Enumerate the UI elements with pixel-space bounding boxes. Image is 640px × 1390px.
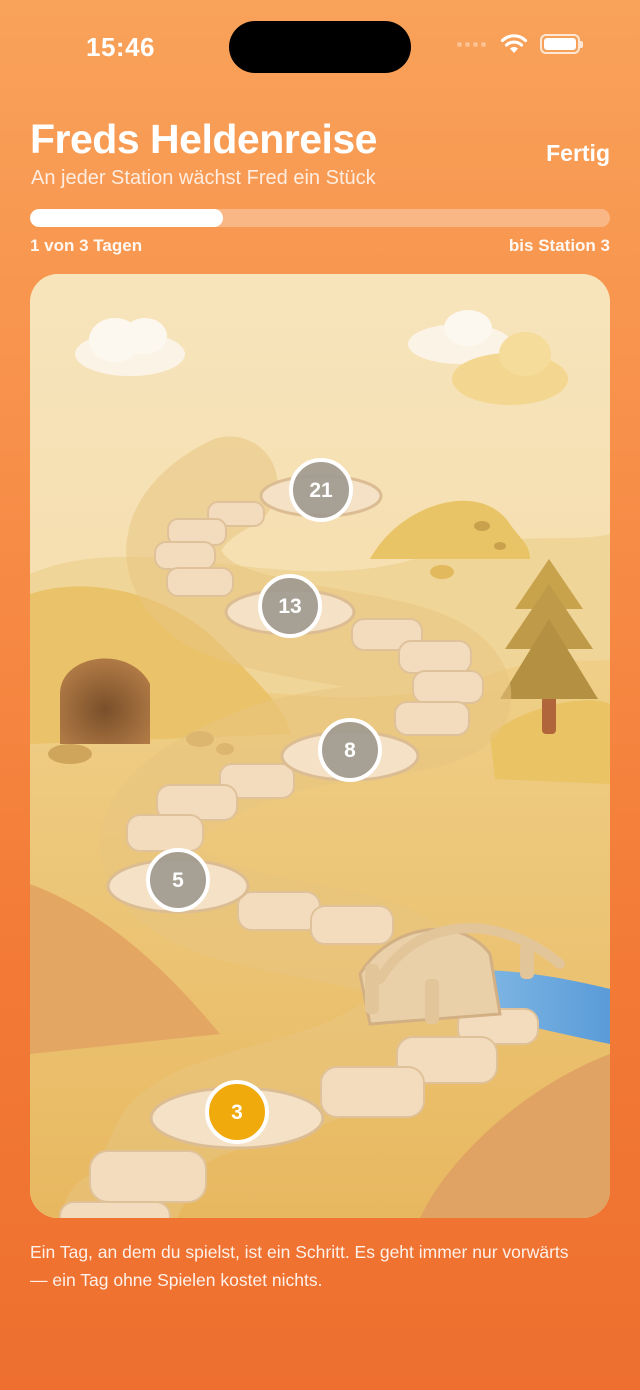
done-button[interactable]: Fertig [546,140,610,167]
station-number: 13 [278,595,301,618]
dynamic-island [229,21,411,73]
progress-fill [30,209,224,227]
station-number: 8 [344,739,356,762]
station-number: 3 [231,1101,243,1124]
status-time: 15:46 [86,32,155,62]
page-title: Freds Heldenreise [30,116,378,162]
page-subtitle: An jeder Station wächst Fred ein Stück [31,167,376,189]
progress-bar [30,209,610,227]
status-bar: 15:46 [0,0,640,96]
station-number: 21 [309,479,333,502]
wifi-icon [500,34,528,53]
journey-map-illustration: 21 13 8 5 3 [30,274,610,1218]
journey-map: 21 13 8 5 3 [30,274,610,1218]
progress-days-label: 1 von 3 Tagen [30,236,143,255]
cellular-dots-icon [457,41,486,47]
battery-icon [540,34,583,54]
footer-explanation: Ein Tag, an dem du spielst, ist ein Schr… [30,1242,569,1290]
status-icons [457,34,583,54]
progress-target-label: bis Station 3 [508,236,610,255]
station-number: 5 [172,869,184,892]
